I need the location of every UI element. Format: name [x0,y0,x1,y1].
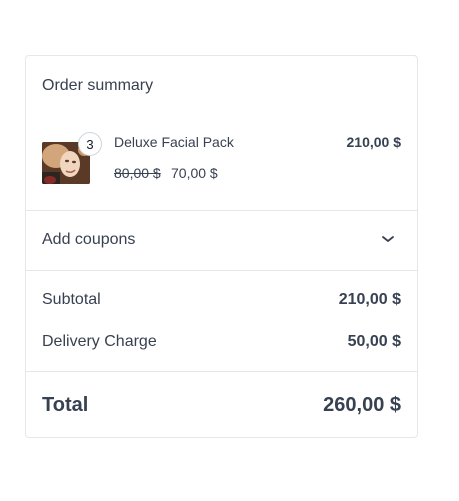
product-name: Deluxe Facial Pack [114,134,234,150]
quantity-badge: 3 [78,132,102,156]
total-value: 260,00 $ [323,394,401,416]
chevron-down-icon [382,236,394,242]
line-total: 210,00 $ [346,134,402,150]
delivery-charge-label: Delivery Charge [42,333,157,350]
total-label: Total [42,394,89,416]
divider [26,371,417,372]
order-summary-card: Order summary 3 Deluxe Facial Pack 210,0… [25,55,418,438]
delivery-charge-value: 50,00 $ [347,333,401,350]
subtotal-label: Subtotal [42,291,101,308]
product-thumbnail: 3 [42,132,102,184]
divider [26,270,417,271]
add-coupons-label: Add coupons [42,231,136,248]
sale-price: 70,00 $ [171,165,218,181]
subtotal-value: 210,00 $ [338,291,401,308]
add-coupons-toggle[interactable]: Add coupons [26,210,417,270]
original-price: 80,00 $ [114,165,161,181]
order-line-item: 3 Deluxe Facial Pack 210,00 $ 80,00 $ 70… [26,56,417,210]
